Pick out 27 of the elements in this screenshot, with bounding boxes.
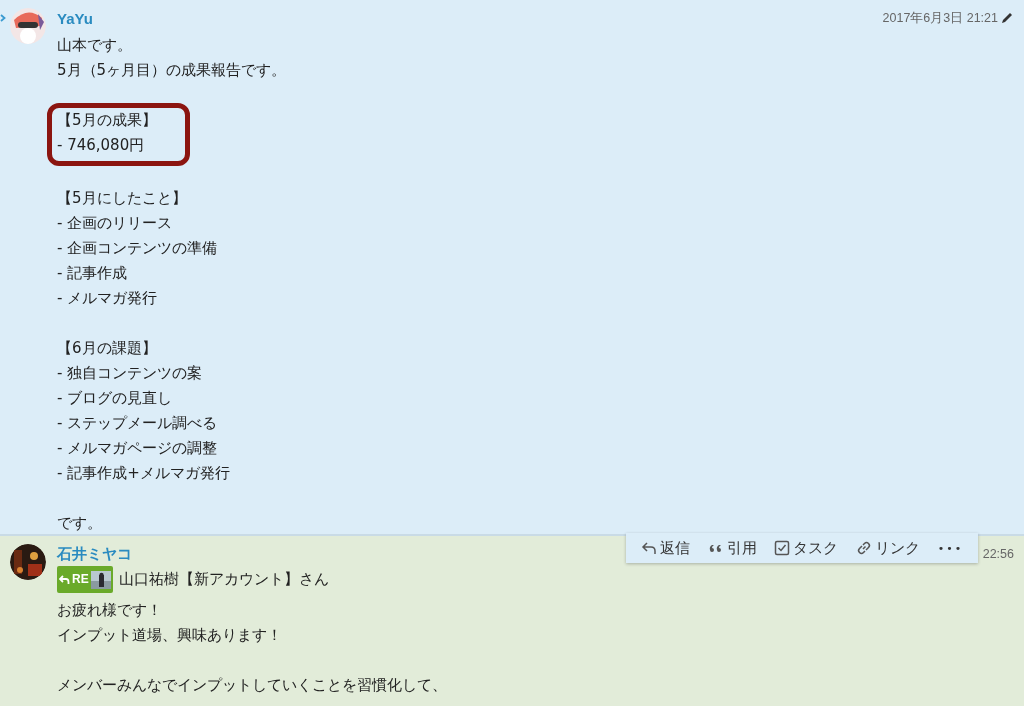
- more-button[interactable]: •••: [935, 539, 966, 557]
- message-line: 【5月にしたこと】: [57, 188, 187, 209]
- message-line: 5月（5ヶ月目）の成果報告です。: [57, 60, 287, 81]
- link-button[interactable]: リンク: [853, 536, 922, 560]
- message-line: - 記事作成: [57, 263, 128, 284]
- message-line: - ステップメール調べる: [57, 413, 218, 434]
- timestamp: 2017年6月3日 21:21: [882, 9, 998, 27]
- message-line: - ブログの見直し: [57, 388, 173, 409]
- reply-recipient: 山口祐樹【新アカウント】さん: [118, 569, 329, 590]
- message-line: です。: [57, 513, 102, 534]
- message-line: - 企画コンテンツの準備: [57, 238, 218, 259]
- message-line: お疲れ様です！: [57, 600, 162, 621]
- message-line: - メルマガページの調整: [57, 438, 218, 459]
- message-line: メンバーみんなでインプットしていくことを習慣化して、: [57, 675, 447, 696]
- reply-button[interactable]: 返信: [638, 536, 692, 560]
- message-line: 【6月の課題】: [57, 338, 157, 359]
- message-line: - 記事作成+メルマガ発行: [57, 463, 230, 484]
- message-line: - メルマガ発行: [57, 288, 158, 309]
- message-line: - 746,080円: [57, 135, 145, 156]
- quote-button[interactable]: 引用: [705, 536, 759, 560]
- timestamp: 22:56: [982, 547, 1014, 561]
- message-line: 【5月の成果】: [57, 110, 157, 131]
- message-line: 山本です。: [57, 35, 132, 56]
- message-line: インプット道場、興味あります！: [57, 625, 282, 646]
- task-button[interactable]: タスク: [772, 536, 841, 560]
- message-line: - 独自コンテンツの案: [57, 363, 203, 384]
- message-line: - 企画のリリース: [57, 213, 173, 234]
